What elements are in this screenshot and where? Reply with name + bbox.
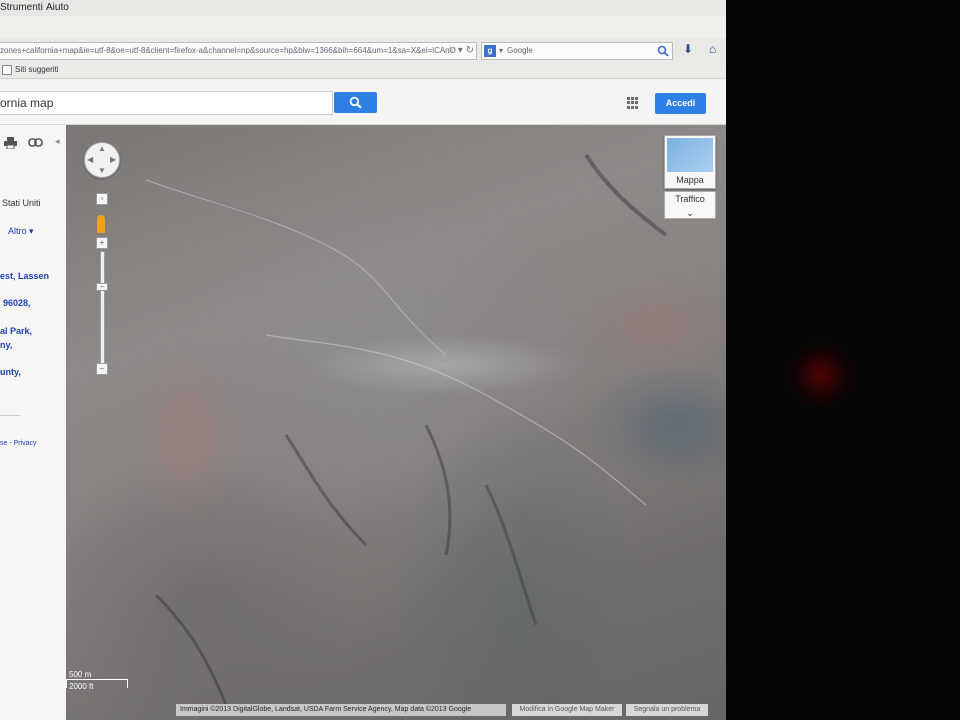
reset-view-icon[interactable]: ▫ [96,193,108,205]
map-thumbnail [667,138,713,172]
traffic-label: Traffico [675,194,705,204]
more-link-label: Altro [8,226,27,236]
results-panel: ◂ Stati Uniti Altro ▾ est, Lassen 96028,… [0,125,67,720]
url-bar-icons: ☆ ▾ ↻ [446,43,474,59]
zoom-out-button[interactable]: – [96,363,108,375]
zoom-control: ▫ + – – [95,193,108,375]
google-engine-icon[interactable]: g [484,45,496,57]
menu-bar: Strumenti Aiuto [0,0,726,16]
search-icon[interactable] [657,45,669,57]
menu-tools[interactable]: Strumenti [0,2,43,13]
url-bar[interactable]: zones+california+map&ie=utf-8&oe=utf-8&c… [0,42,477,60]
menu-help[interactable]: Aiuto [46,2,69,13]
maps-search-input[interactable]: ornia map [0,91,333,115]
collapse-panel-icon[interactable]: ◂ [55,136,60,147]
traffic-button[interactable]: Traffico ⌄ [664,191,716,219]
home-icon[interactable]: ⌂ [709,42,716,56]
panel-tools: ◂ [0,133,60,153]
bookmark-suggested-sites[interactable]: Siti suggeriti [15,65,59,74]
apps-grid-icon[interactable] [627,97,639,109]
country-label: Stati Uniti [2,198,41,208]
download-icon[interactable]: ⬇ [683,42,693,56]
reload-icon[interactable]: ↻ [466,45,474,56]
map-attribution: Immagini ©2013 DigitalGlobe, Landsat, US… [176,704,506,716]
scale-imperial: 2000 ft [69,682,94,691]
result-item[interactable]: est, Lassen [0,271,49,281]
sign-in-button[interactable]: Accedi [655,93,706,114]
search-engine-dropdown-icon[interactable]: ▾ [499,43,503,59]
zoom-in-button[interactable]: + [96,237,108,249]
pan-right-icon[interactable]: ▶ [110,155,116,164]
pan-down-icon[interactable]: ▼ [98,166,106,175]
pegman-icon[interactable] [97,215,105,233]
result-item[interactable]: al Park, [0,326,32,336]
dropdown-icon[interactable]: ▾ [458,45,463,56]
map-terrain-lines [145,153,668,706]
pan-left-icon[interactable]: ◀ [87,155,93,164]
pan-up-icon[interactable]: ▲ [98,144,106,153]
result-item[interactable]: ny, [0,340,12,350]
link-icon[interactable] [28,138,43,147]
divider [0,415,20,416]
navigation-toolbar: zones+california+map&ie=utf-8&oe=utf-8&c… [0,38,726,62]
search-placeholder: Google [507,46,533,55]
terms-privacy-link[interactable]: se - Privacy [0,440,37,447]
map-type-button[interactable]: Mappa [664,135,716,189]
bookmark-page-icon [2,65,12,75]
star-icon[interactable]: ☆ [446,45,455,56]
bookmarks-toolbar: Siti suggeriti [0,62,726,79]
more-link[interactable]: Altro ▾ [8,226,34,237]
report-problem-link[interactable]: Segnala un problema [626,704,708,716]
satellite-map[interactable]: ▲ ▼ ◀ ▶ ▫ + – – Mappa Traffico ⌄ 500 m 2… [66,125,726,720]
scale-metric: 500 m [69,670,92,679]
browser-screen: Strumenti Aiuto zones+california+map&ie=… [0,0,726,720]
map-type-label: Mappa [676,175,704,185]
map-maker-link[interactable]: Modifica in Google Map Maker [512,704,622,716]
zoom-slider-handle[interactable]: – [96,283,108,291]
result-item[interactable]: 96028, [3,298,31,308]
browser-search-box[interactable]: g ▾ Google [481,42,673,60]
maps-header: ornia map [0,80,726,125]
scale-bar: 500 m 2000 ft [66,670,136,691]
print-icon[interactable] [4,137,17,149]
url-text: zones+california+map&ie=utf-8&oe=utf-8&c… [0,46,456,55]
zoom-slider-track[interactable] [100,251,105,371]
maps-search-button[interactable] [334,92,377,113]
chevron-down-icon: ⌄ [686,208,694,218]
search-icon [349,96,362,109]
pan-control[interactable]: ▲ ▼ ◀ ▶ [84,142,120,178]
screen-reflection [786,340,856,410]
result-item[interactable]: unty, [0,367,21,377]
